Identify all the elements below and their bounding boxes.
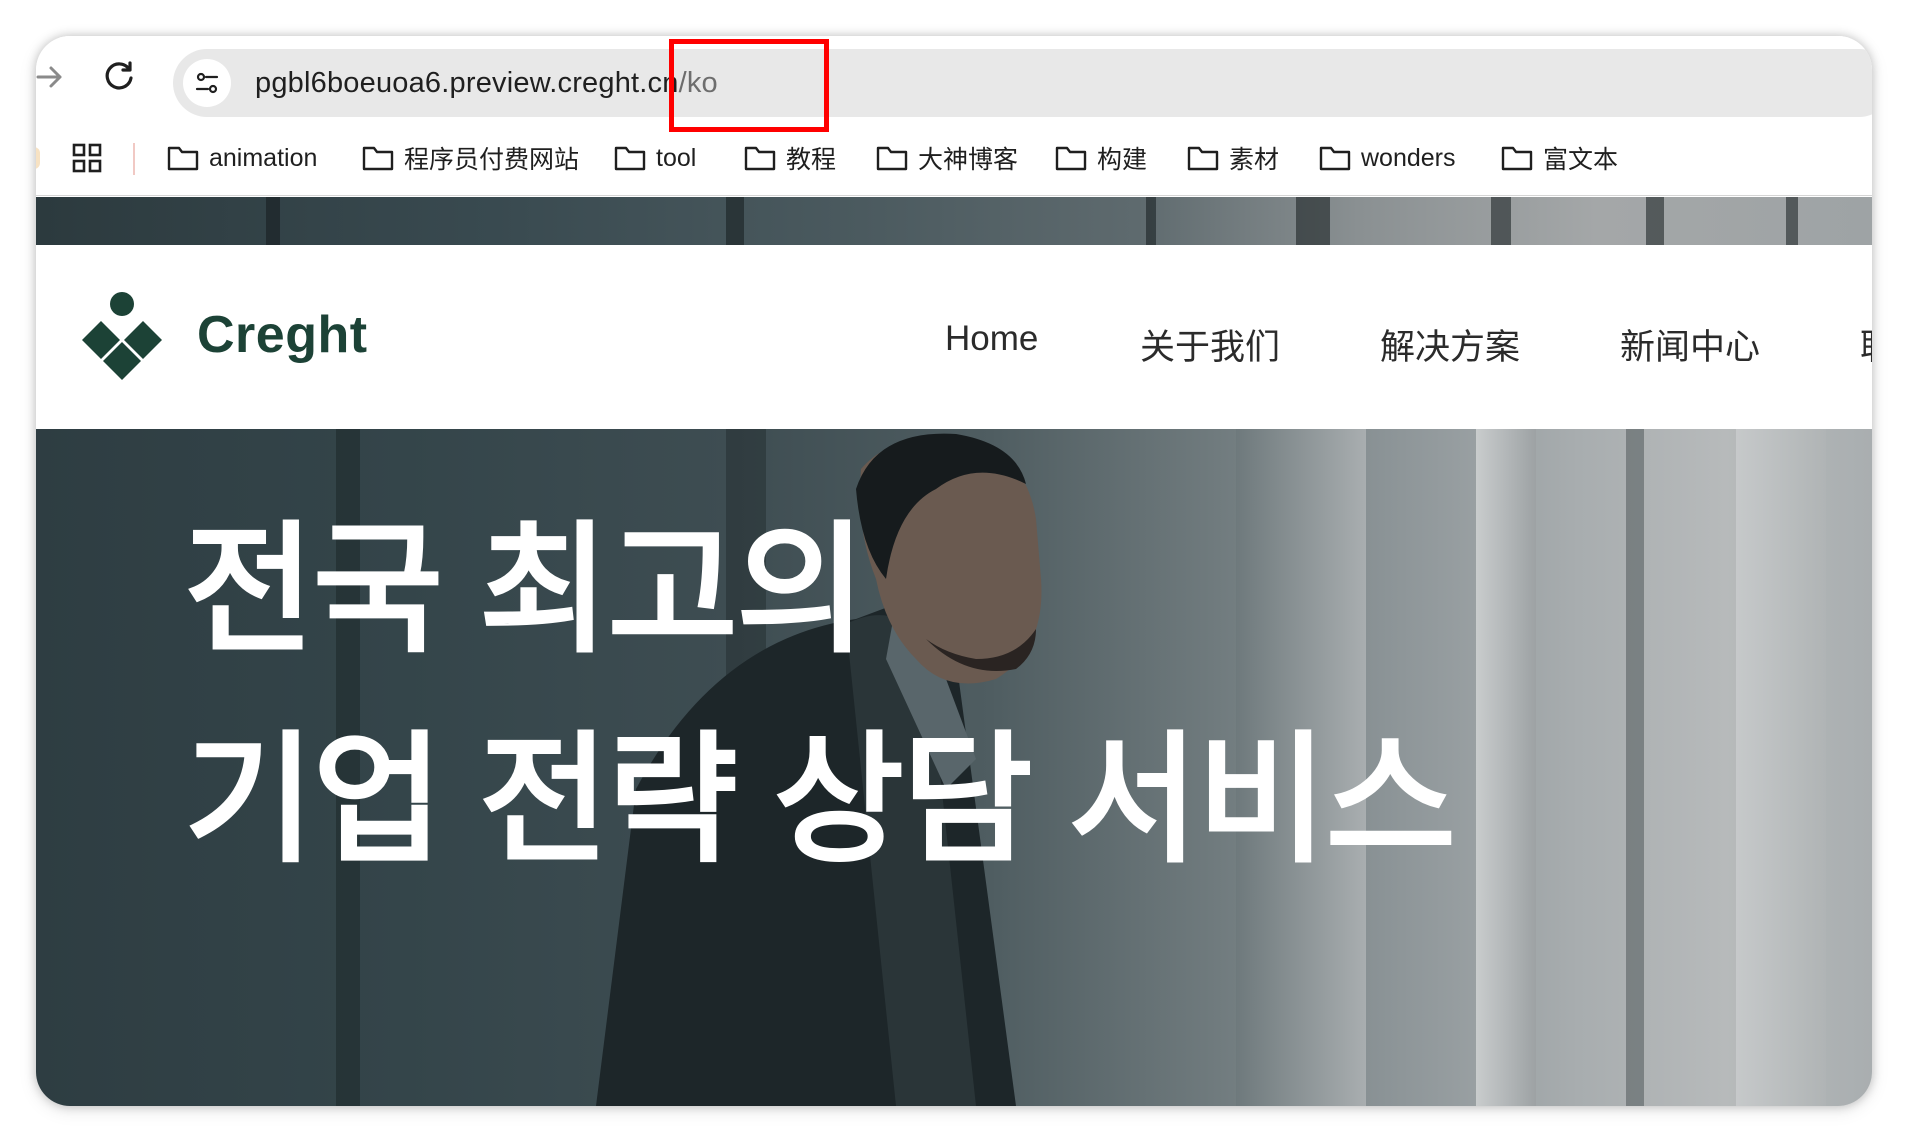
band-stripe [1296,197,1330,245]
band-stripe [1146,197,1156,245]
bookmark-label: 教程 [786,146,837,174]
nav-solutions[interactable]: 解决方案 [1380,319,1520,370]
folder-icon [167,146,199,171]
apps-grid-icon[interactable] [72,143,102,173]
address-bar[interactable]: pgbl6boeuoa6.preview.creght.cn/ko [173,49,1872,117]
logo-text[interactable]: Creght [197,305,368,365]
hero-title-line1: 전국 최고의 [184,511,867,670]
site-info-icon[interactable] [183,59,231,107]
bookmark-folder[interactable]: animation [167,138,317,178]
bookmark-label: tool [656,143,697,172]
folder-icon [1055,146,1087,171]
bookmark-label: animation [209,143,318,172]
bookmark-label: 素材 [1229,146,1280,174]
nav-contact[interactable]: 联 [1860,319,1872,370]
folder-icon [1187,146,1219,171]
bookmark-edge-icon [36,147,40,169]
folder-icon [744,146,776,171]
bookmark-folder[interactable]: 构建 [1055,138,1147,178]
forward-icon[interactable] [36,60,66,94]
folder-icon [1319,146,1351,171]
band-stripe [1786,197,1798,245]
bookmark-folder[interactable]: 富文本 [1501,138,1618,178]
bookmark-label: 程序员付费网站 [404,146,580,174]
highlight-box [669,39,829,132]
bookmark-folder[interactable]: tool [614,138,696,178]
folder-icon [876,146,908,171]
bookmark-label: 富文本 [1543,146,1619,174]
bookmark-folder[interactable]: 大神博客 [876,138,1018,178]
hero-background-stripe [1476,429,1536,1106]
bookmark-folder[interactable]: wonders [1319,138,1456,178]
web-page: Creght Home 关于我们 解决方案 新闻中心 联 [36,197,1872,1106]
site-header: Creght Home 关于我们 解决方案 新闻中心 联 [36,245,1872,429]
band-stripe [726,197,744,245]
bookmark-label: wonders [1361,143,1456,172]
hero-title-line2: 기업 전략 상담 서비스 [184,721,1456,880]
url-text[interactable]: pgbl6boeuoa6.preview.creght.cn/ko [255,65,718,101]
nav-home[interactable]: Home [945,319,1038,359]
nav-about[interactable]: 关于我们 [1140,319,1280,370]
bookmark-folder[interactable]: 程序员付费网站 [362,138,579,178]
bookmark-folder[interactable]: 素材 [1187,138,1279,178]
hero-background-stripe [1626,429,1644,1106]
bookmarks-separator [133,143,135,175]
band-stripe [1491,197,1511,245]
logo-icon[interactable] [77,291,167,381]
browser-toolbar: pgbl6boeuoa6.preview.creght.cn/ko [36,36,1872,132]
background-photo-strip [36,197,1872,245]
bookmark-label: 大神博客 [918,146,1019,174]
bookmark-folder[interactable]: 教程 [744,138,836,178]
nav-news[interactable]: 新闻中心 [1620,319,1760,370]
reload-icon[interactable] [100,56,140,96]
folder-icon [362,146,394,171]
hero-background-stripe [1736,429,1826,1106]
folder-icon [614,146,646,171]
band-stripe [1646,197,1664,245]
browser-window: pgbl6boeuoa6.preview.creght.cn/ko animat… [36,36,1872,1106]
bookmarks-bar: animation 程序员付费网站 tool 教程 大神博客 构建 素材 won… [36,121,1872,196]
hero-banner: 전국 최고의 기업 전략 상담 서비스 [36,429,1872,1106]
folder-icon [1501,146,1533,171]
url-host: pgbl6boeuoa6.preview.creght.cn [255,67,679,99]
bookmark-label: 构建 [1097,146,1148,174]
band-stripe [266,197,280,245]
